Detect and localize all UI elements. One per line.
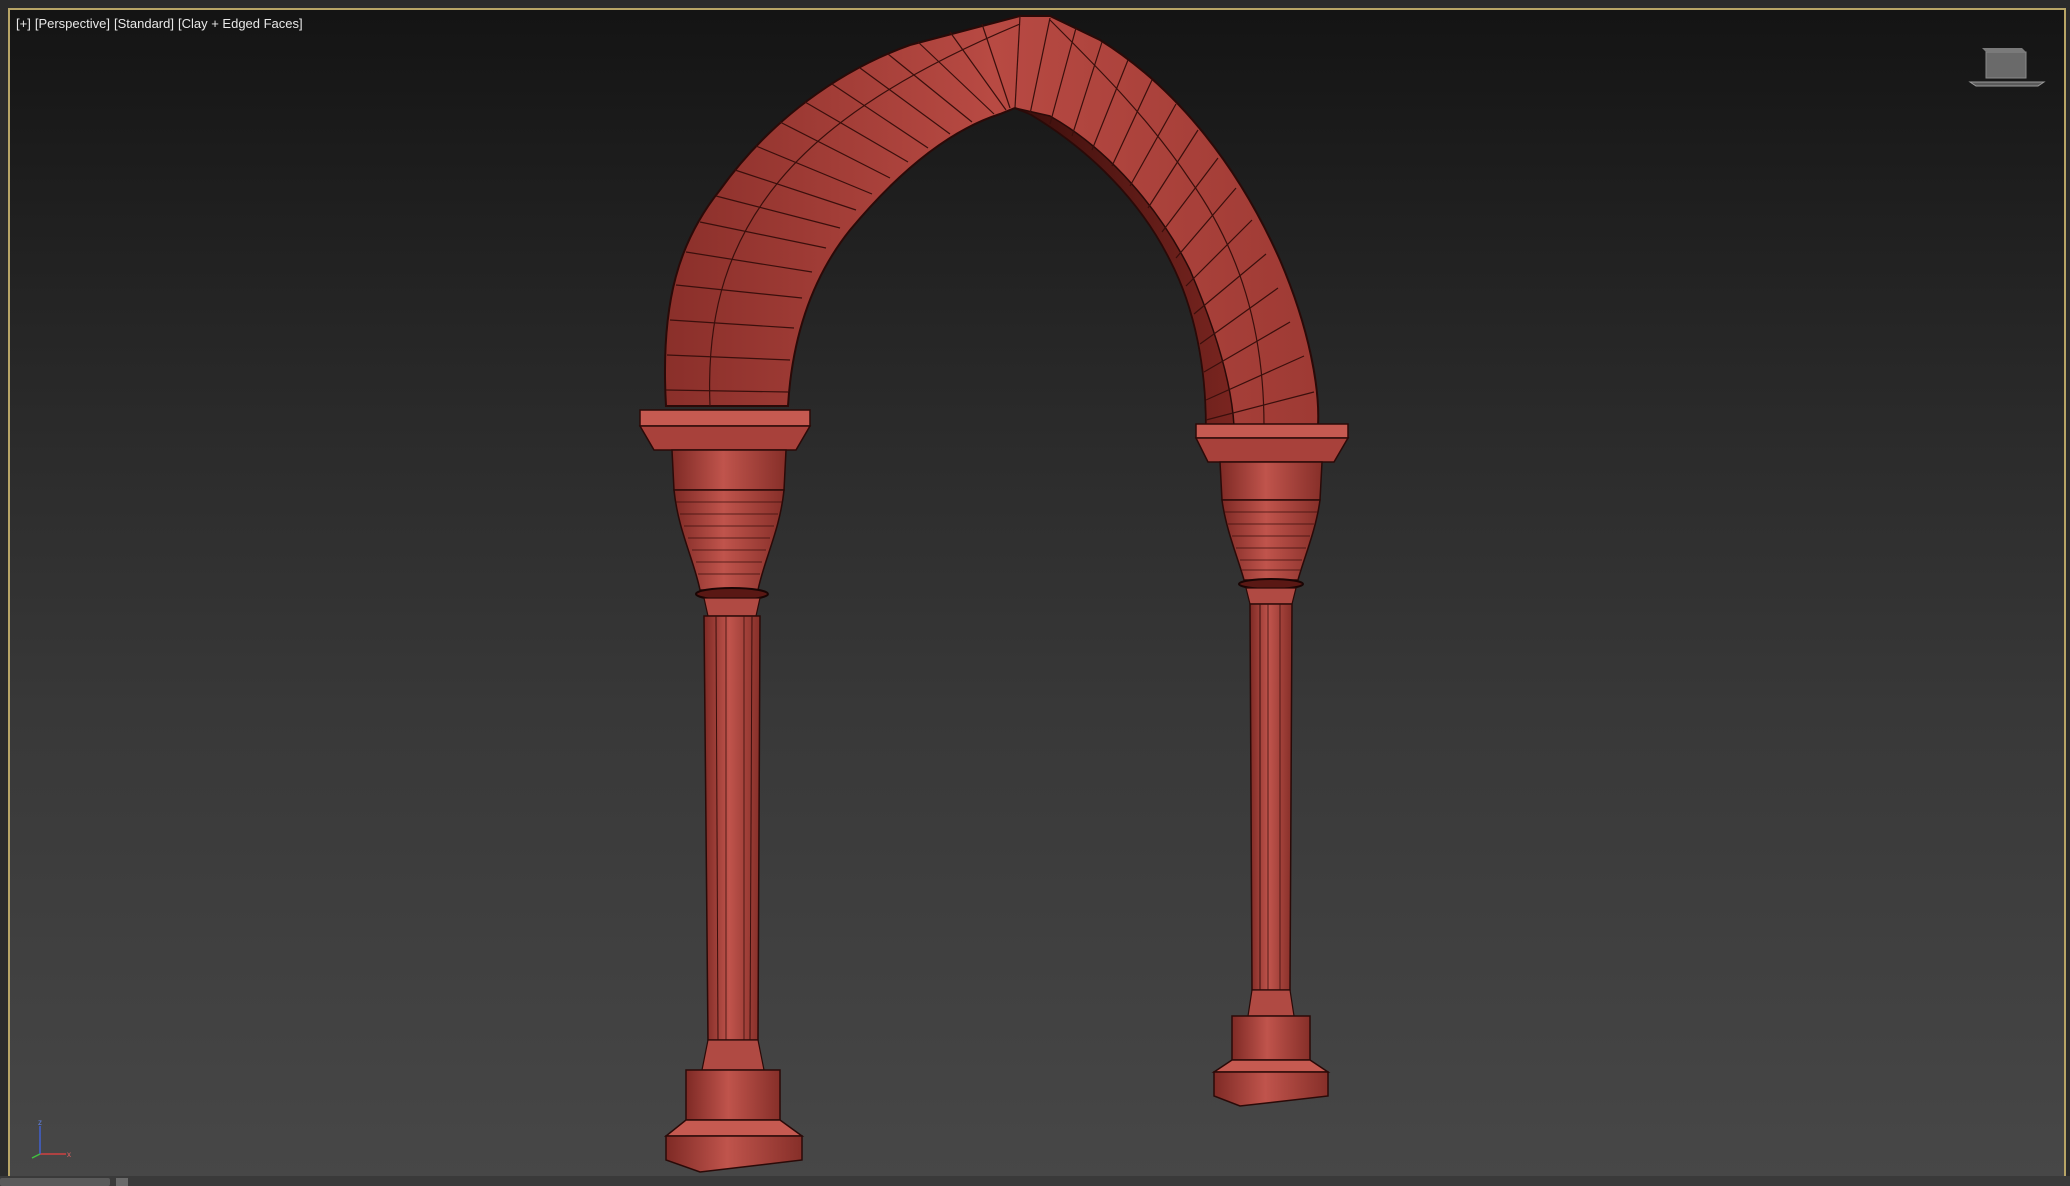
axis-gizmo-icon: z x: [31, 1118, 71, 1159]
bottom-bar: [0, 1176, 2070, 1186]
right-column: [1194, 423, 1350, 1107]
viewcube-icon[interactable]: [1968, 44, 2046, 94]
svg-text:z: z: [38, 1118, 42, 1127]
time-slider-next[interactable]: [116, 1178, 128, 1186]
time-slider-tab[interactable]: [0, 1178, 110, 1186]
gothic-arch-model[interactable]: [10, 10, 2064, 1176]
perspective-viewport[interactable]: [+] [Perspective] [Standard] [Clay + Edg…: [8, 8, 2066, 1178]
left-column: [638, 409, 812, 1173]
svg-text:x: x: [67, 1150, 71, 1159]
